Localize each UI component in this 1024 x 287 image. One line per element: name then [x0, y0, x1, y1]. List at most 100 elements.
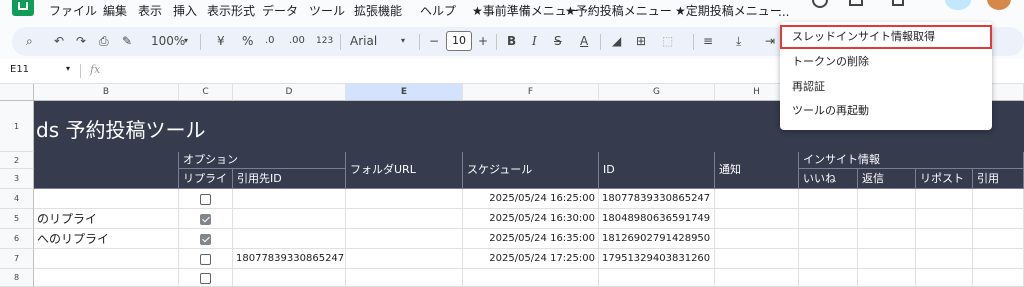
print-icon[interactable]: ⎙ — [99, 33, 109, 49]
reply-checkbox[interactable] — [200, 194, 211, 205]
table-cell[interactable] — [799, 249, 858, 269]
cell-schedule[interactable]: 2025/05/24 16:25:00 — [463, 189, 599, 209]
menu-data[interactable]: データ — [262, 3, 298, 19]
menu-item-reauth[interactable]: 再認証 — [792, 80, 825, 94]
cell-schedule[interactable]: 2025/05/24 17:25:00 — [463, 249, 599, 269]
column-header-g[interactable]: G — [599, 84, 715, 101]
cell-quote-id[interactable] — [233, 209, 346, 229]
cell-b[interactable]: へのリプライ — [34, 229, 179, 249]
menu-item-delete-token[interactable]: トークンの削除 — [792, 55, 869, 69]
header-insight[interactable]: インサイト情報 — [799, 152, 1024, 169]
cell-id[interactable]: 18126902791428950 — [599, 229, 715, 249]
header-option[interactable]: オプション — [179, 152, 346, 169]
cell-schedule[interactable]: 2025/05/24 16:35:00 — [463, 229, 599, 249]
font-select[interactable]: Arial — [350, 33, 377, 49]
table-cell[interactable] — [916, 209, 973, 229]
column-header-b[interactable]: B — [34, 84, 179, 101]
reply-checkbox[interactable] — [200, 273, 211, 284]
search-icon[interactable]: ⌕ — [26, 33, 33, 49]
table-cell[interactable] — [715, 229, 799, 249]
table-cell[interactable] — [715, 269, 799, 287]
header-b[interactable] — [34, 152, 179, 189]
table-cell[interactable] — [973, 189, 1024, 209]
fill-color-icon[interactable]: ◢ — [612, 33, 621, 49]
menu-periodic[interactable]: ★定期投稿メニュー — [675, 3, 782, 19]
italic-button[interactable]: I — [532, 33, 537, 49]
menu-extensions[interactable]: 拡張機能 — [354, 3, 402, 19]
menu-insert[interactable]: 挿入 — [173, 3, 197, 19]
column-header-d[interactable]: D — [233, 84, 346, 101]
bold-button[interactable]: B — [507, 33, 516, 49]
header-folder-url[interactable]: フォルダURL — [346, 152, 463, 189]
table-cell[interactable] — [715, 249, 799, 269]
row-header-6[interactable]: 6 — [0, 229, 34, 249]
table-cell[interactable] — [858, 269, 916, 287]
undo-icon[interactable]: ↶ — [54, 33, 64, 49]
zoom-select[interactable]: 100% — [151, 33, 185, 49]
select-all-corner[interactable] — [0, 84, 34, 101]
strikethrough-icon[interactable]: S — [554, 33, 562, 49]
reply-checkbox-cell[interactable] — [179, 209, 233, 229]
name-box[interactable]: E11 — [10, 64, 29, 75]
table-cell[interactable] — [973, 269, 1024, 287]
paint-format-icon[interactable]: ✎ — [122, 33, 132, 49]
cell-id[interactable]: 17951329403831260 — [599, 249, 715, 269]
cell-quote-id[interactable] — [233, 229, 346, 249]
increase-decimal-button[interactable]: .00 — [289, 33, 305, 49]
reply-checkbox-cell[interactable] — [179, 229, 233, 249]
row-header-7[interactable]: 7 — [0, 249, 34, 269]
menu-help[interactable]: ヘルプ — [420, 3, 456, 19]
cell-b[interactable] — [34, 249, 179, 269]
table-cell[interactable] — [973, 209, 1024, 229]
decrease-decimal-button[interactable]: .0 — [265, 33, 275, 49]
row-header-3[interactable]: 3 — [0, 169, 34, 189]
column-header-e[interactable]: E — [346, 84, 463, 101]
row-header-1[interactable]: 1 — [0, 101, 34, 152]
menu-item-restart[interactable]: ツールの再起動 — [792, 104, 869, 118]
table-cell[interactable] — [346, 249, 463, 269]
number-format-button[interactable]: 123 — [316, 33, 333, 49]
align-horizontal-icon[interactable]: ≡ — [703, 33, 713, 49]
menu-tools[interactable]: ツール — [309, 3, 345, 19]
avatar[interactable] — [987, 0, 1011, 10]
table-cell[interactable] — [799, 209, 858, 229]
cell-b[interactable] — [34, 269, 179, 287]
font-size-decrease-button[interactable]: − — [429, 33, 439, 49]
header-notify[interactable]: 通知 — [715, 152, 799, 189]
cell-id[interactable]: 18077839330865247 — [599, 189, 715, 209]
cell-schedule[interactable] — [463, 269, 599, 287]
cell-schedule[interactable]: 2025/05/24 16:30:00 — [463, 209, 599, 229]
table-cell[interactable] — [799, 269, 858, 287]
row-header-4[interactable]: 4 — [0, 189, 34, 209]
font-size-increase-button[interactable]: + — [478, 33, 488, 49]
header-schedule[interactable]: スケジュール — [463, 152, 599, 189]
chevron-down-icon[interactable]: ▾ — [66, 64, 70, 73]
table-cell[interactable] — [916, 229, 973, 249]
cell-quote-id[interactable] — [233, 189, 346, 209]
header-quote-id[interactable]: 引用先ID — [233, 169, 346, 189]
table-cell[interactable] — [858, 189, 916, 209]
reply-checkbox[interactable] — [200, 214, 211, 225]
comment-icon[interactable] — [849, 0, 863, 6]
header-likes[interactable]: いいね — [799, 169, 858, 189]
menu-edit[interactable]: 編集 — [103, 3, 127, 19]
menu-overflow[interactable]: ... — [778, 4, 789, 20]
menu-format[interactable]: 表示形式 — [207, 3, 255, 19]
header-id[interactable]: ID — [599, 152, 715, 189]
menu-view[interactable]: 表示 — [138, 3, 162, 19]
borders-icon[interactable]: ⊞ — [636, 33, 646, 49]
cell-quote-id[interactable] — [233, 269, 346, 287]
table-cell[interactable] — [799, 189, 858, 209]
table-cell[interactable] — [916, 189, 973, 209]
table-cell[interactable] — [858, 249, 916, 269]
meet-icon[interactable] — [892, 0, 904, 6]
cell-id[interactable] — [599, 269, 715, 287]
reply-checkbox-cell[interactable] — [179, 189, 233, 209]
table-cell[interactable] — [916, 269, 973, 287]
sheets-logo-icon[interactable] — [12, 0, 34, 16]
table-cell[interactable] — [799, 229, 858, 249]
reply-checkbox-cell[interactable] — [179, 249, 233, 269]
history-icon[interactable] — [812, 0, 828, 8]
menu-reserve[interactable]: ★予約投稿メニュー — [565, 3, 672, 19]
table-cell[interactable] — [346, 229, 463, 249]
